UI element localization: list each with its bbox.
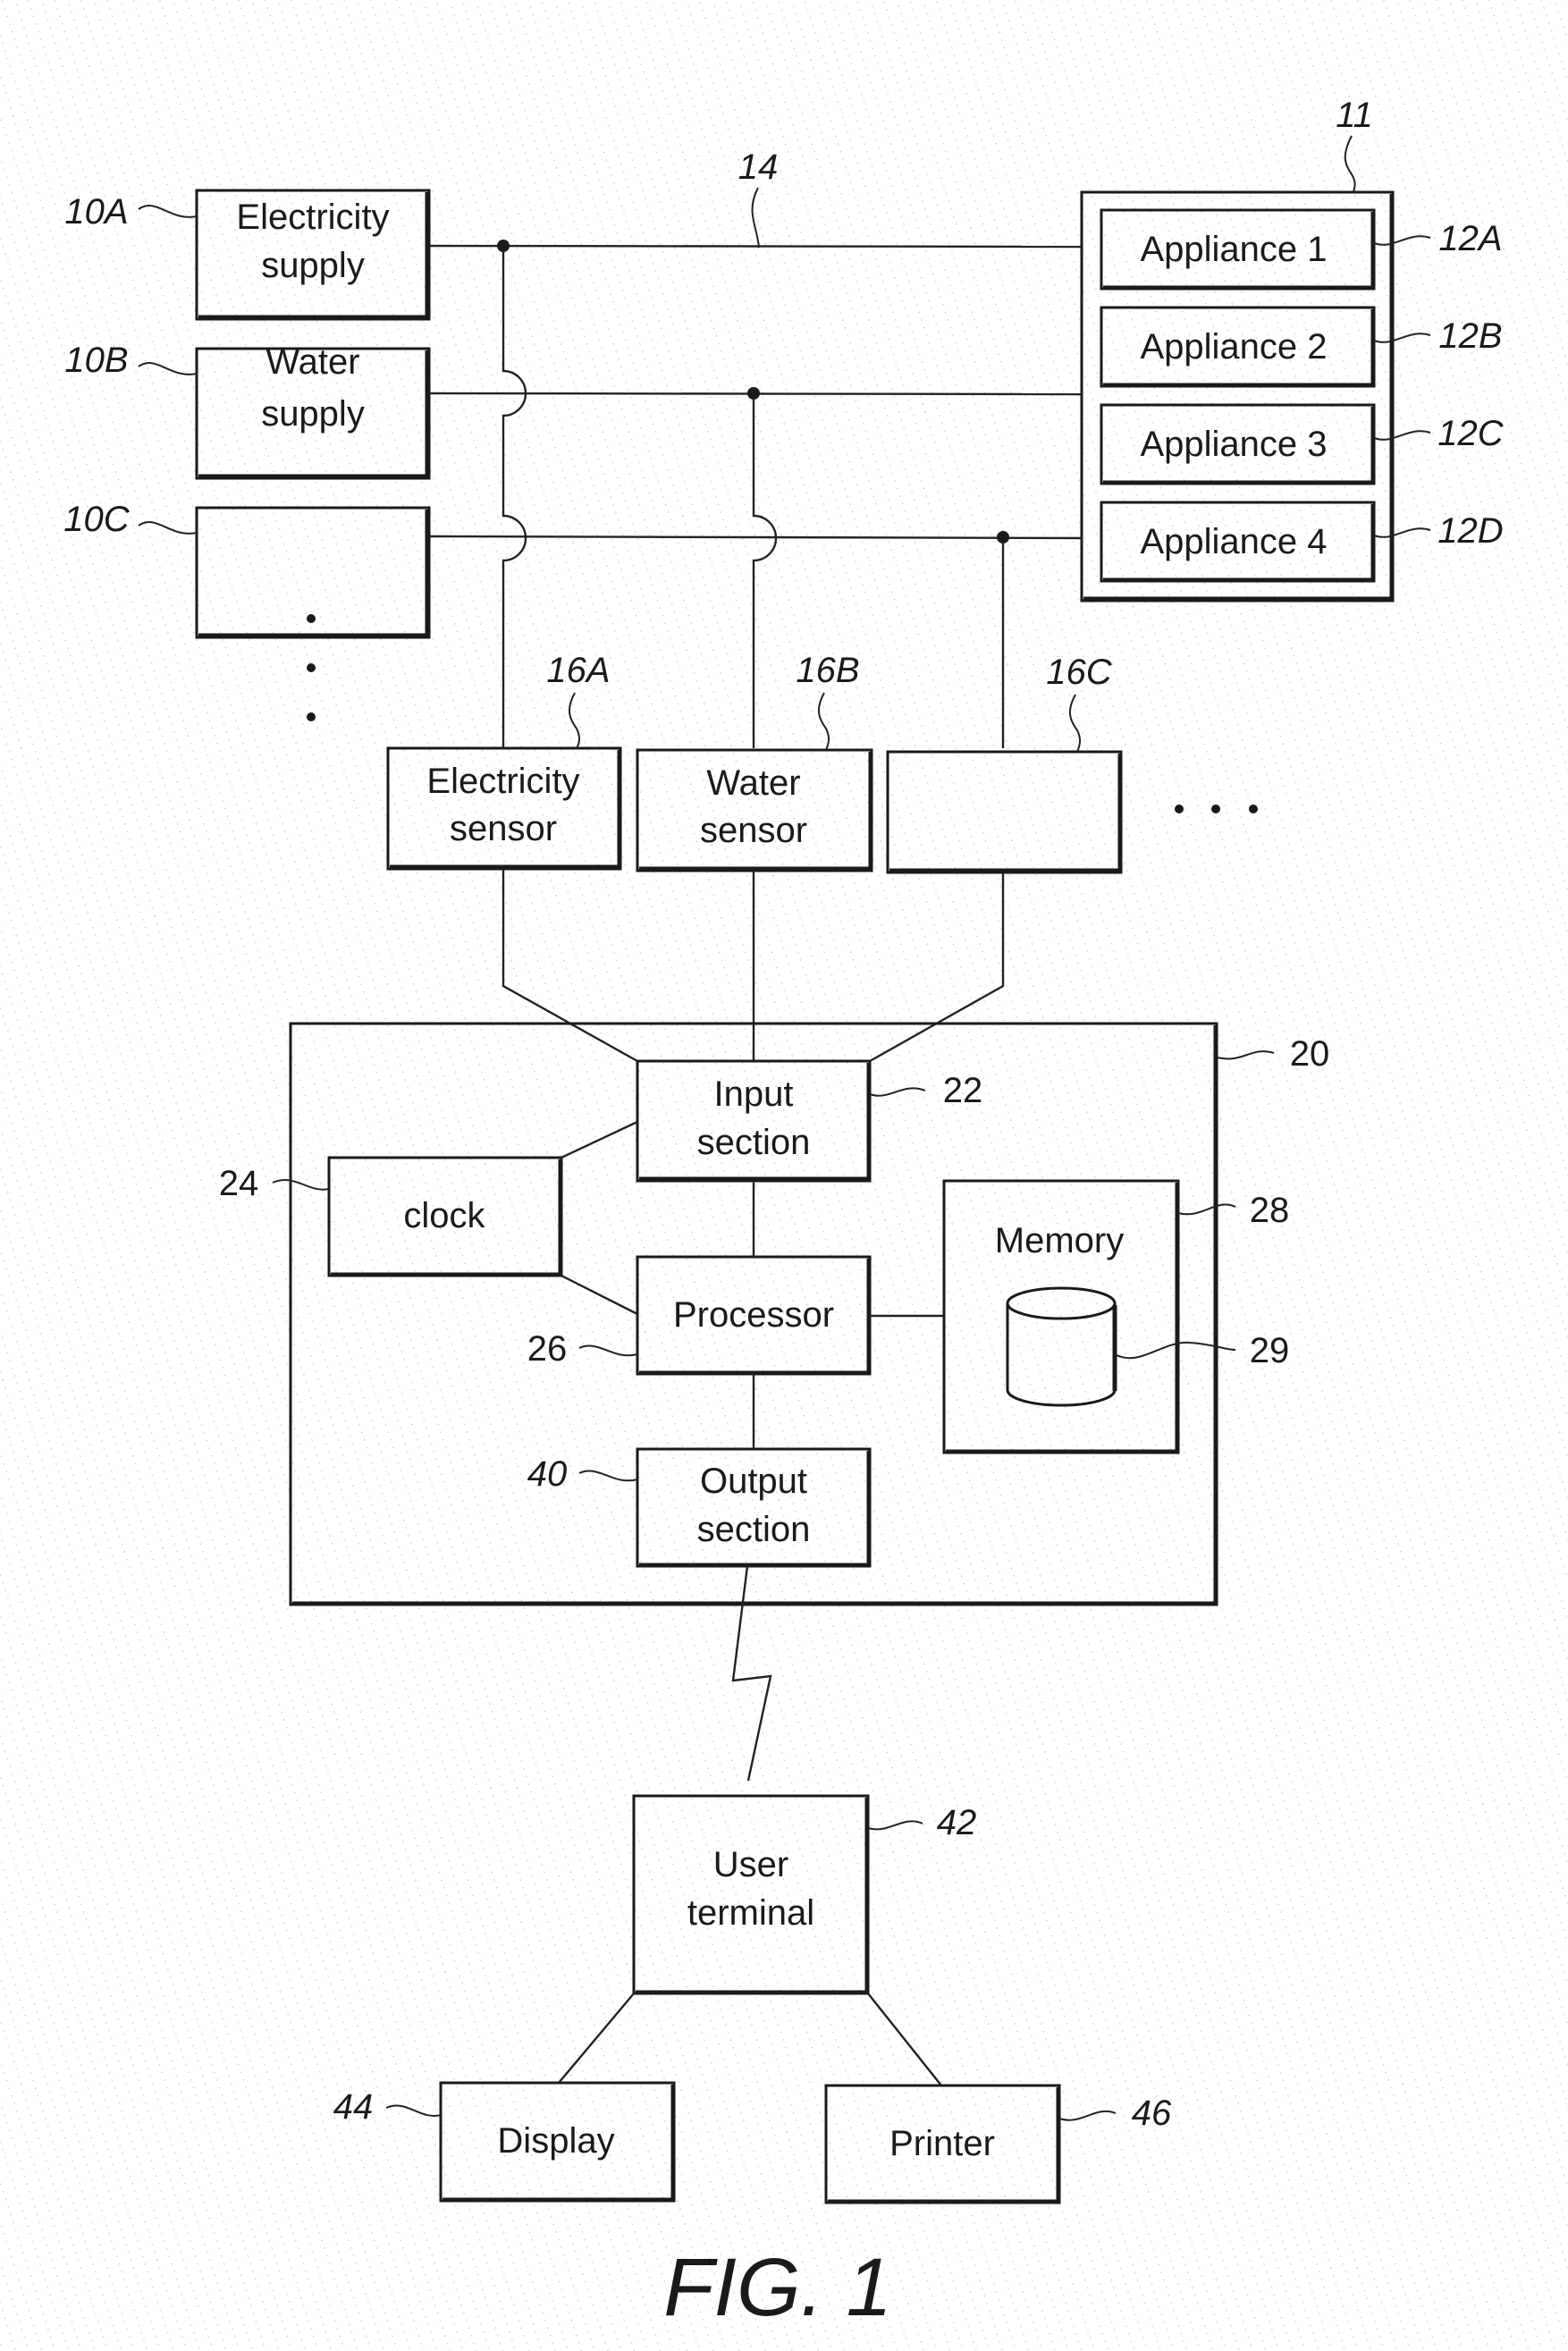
processor: Processor bbox=[636, 1255, 872, 1376]
ref-16C: 16C bbox=[1046, 653, 1112, 692]
output-section: Output section bbox=[636, 1447, 872, 1568]
display-label: Display bbox=[497, 2121, 614, 2161]
sensor-water-line1: Water bbox=[706, 763, 800, 803]
ellipsis-dot-supplies-1 bbox=[307, 614, 316, 623]
supply-water-line2: supply bbox=[261, 394, 365, 434]
ref-16A: 16A bbox=[546, 651, 610, 690]
display: Display bbox=[439, 2081, 676, 2203]
ellipsis-dot-supplies-2 bbox=[307, 663, 316, 672]
ellipsis-dot-sensors-1 bbox=[1175, 805, 1184, 813]
ref-44: 44 bbox=[333, 2087, 374, 2127]
clock: clock bbox=[327, 1156, 563, 1277]
input-section-line2: section bbox=[697, 1123, 811, 1162]
ref-12C: 12C bbox=[1437, 414, 1504, 453]
output-section-line1: Output bbox=[700, 1462, 807, 1501]
processor-label: Processor bbox=[673, 1295, 834, 1335]
user-terminal-line2: terminal bbox=[687, 1893, 814, 1933]
printer: Printer bbox=[824, 2084, 1061, 2204]
appliance-4-label: Appliance 4 bbox=[1140, 522, 1327, 561]
ref-12B: 12B bbox=[1438, 316, 1502, 356]
patent-figure-diagram: Electricity supply 10A Water supply 10B … bbox=[0, 0, 1568, 2351]
sensor-water: Water sensor bbox=[636, 748, 873, 872]
ref-46: 46 bbox=[1132, 2094, 1172, 2133]
ref-22: 22 bbox=[943, 1071, 983, 1110]
memory-label: Memory bbox=[995, 1221, 1124, 1260]
ellipsis-dot-sensors-2 bbox=[1211, 805, 1220, 813]
appliance-3-label: Appliance 3 bbox=[1140, 425, 1327, 464]
user-terminal: User terminal bbox=[632, 1794, 870, 1995]
input-section-line1: Input bbox=[714, 1074, 794, 1114]
appliance-3: Appliance 3 bbox=[1100, 403, 1376, 485]
appliance-4: Appliance 4 bbox=[1100, 501, 1376, 583]
ref-20: 20 bbox=[1290, 1034, 1330, 1074]
ref-10C: 10C bbox=[63, 500, 130, 539]
ref-26: 26 bbox=[527, 1329, 568, 1369]
ref-10B: 10B bbox=[64, 341, 128, 380]
ref-24: 24 bbox=[219, 1164, 259, 1203]
ellipsis-dot-supplies-3 bbox=[307, 712, 316, 721]
appliance-2: Appliance 2 bbox=[1100, 306, 1376, 388]
sensor-other bbox=[886, 750, 1123, 874]
printer-label: Printer bbox=[889, 2124, 995, 2163]
appliance-1: Appliance 1 bbox=[1100, 208, 1376, 291]
clock-label: clock bbox=[403, 1196, 485, 1235]
supply-water: Water supply bbox=[195, 342, 431, 480]
ref-28: 28 bbox=[1250, 1191, 1290, 1230]
supply-electricity-line2: supply bbox=[261, 246, 365, 285]
ref-10A: 10A bbox=[64, 192, 128, 232]
appliance-1-label: Appliance 1 bbox=[1140, 230, 1327, 269]
sensor-electricity: Electricity sensor bbox=[386, 746, 622, 871]
supply-water-line1: Water bbox=[266, 342, 359, 382]
ref-12D: 12D bbox=[1437, 511, 1503, 551]
input-section: Input section bbox=[636, 1059, 872, 1183]
ref-16B: 16B bbox=[796, 651, 859, 690]
ref-42: 42 bbox=[937, 1803, 977, 1842]
output-section-line2: section bbox=[697, 1510, 811, 1549]
figure-caption: FIG. 1 bbox=[663, 2242, 892, 2333]
ref-40: 40 bbox=[527, 1454, 568, 1494]
ref-29: 29 bbox=[1250, 1331, 1290, 1370]
ref-12A: 12A bbox=[1438, 219, 1502, 258]
supply-electricity-line1: Electricity bbox=[236, 198, 389, 237]
ref-11: 11 bbox=[1336, 96, 1373, 135]
sensor-water-line2: sensor bbox=[700, 811, 807, 850]
sensor-electricity-line1: Electricity bbox=[426, 762, 579, 801]
appliance-2-label: Appliance 2 bbox=[1140, 327, 1327, 367]
supply-electricity: Electricity supply bbox=[195, 189, 431, 321]
user-terminal-line1: User bbox=[713, 1845, 788, 1884]
ref-14: 14 bbox=[738, 147, 779, 187]
ellipsis-dot-sensors-3 bbox=[1249, 805, 1258, 813]
sensor-electricity-line2: sensor bbox=[450, 809, 557, 848]
database-cylinder-icon bbox=[1006, 1286, 1117, 1407]
